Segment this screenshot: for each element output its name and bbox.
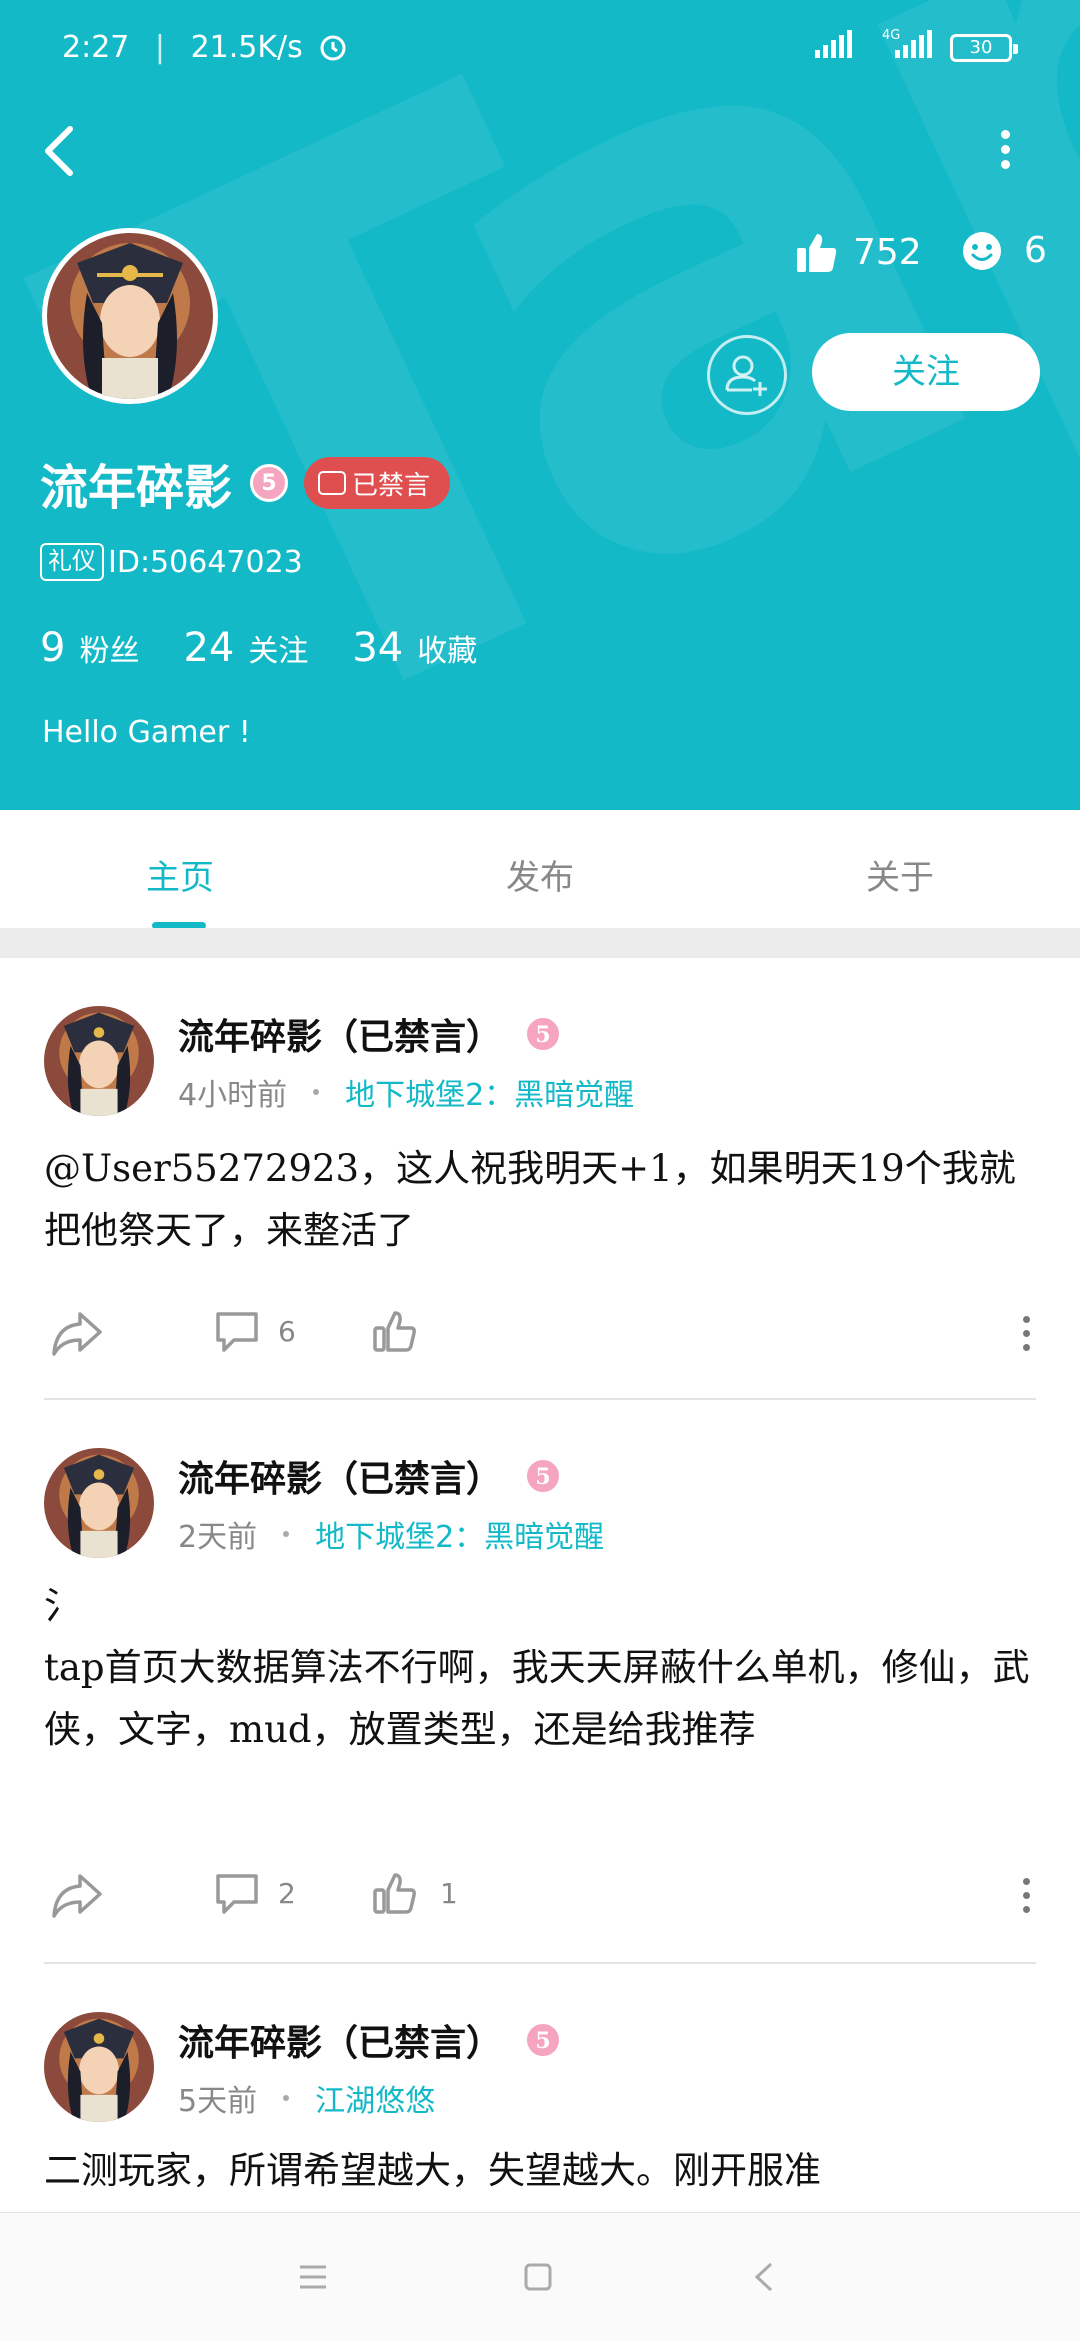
tab-posts[interactable]: 发布 bbox=[440, 850, 640, 899]
comment-icon bbox=[216, 1312, 258, 1352]
level-badge: 5 bbox=[524, 2021, 563, 2059]
level-badge: 5 bbox=[524, 1015, 563, 1053]
post-meta: 4小时前 地下城堡2：黑暗觉醒 bbox=[178, 1070, 634, 1114]
reactions-count: 6 bbox=[1024, 230, 1047, 271]
alarm-icon bbox=[320, 35, 346, 61]
post-actions: 2 1 bbox=[0, 1870, 1080, 1950]
profile-header: TapTap 2:27 | 21.5K/s 4G 30 bbox=[0, 0, 1080, 810]
level-badge: 5 bbox=[524, 1457, 563, 1495]
post-card[interactable]: 流年碎影（已禁言） 5 2天前 地下城堡2：黑暗觉醒 氵 tap首页大数据算法不… bbox=[0, 1400, 1080, 1962]
more-vertical-icon bbox=[990, 130, 1020, 169]
home-square-icon[interactable] bbox=[523, 2262, 553, 2292]
thumbs-up-icon bbox=[797, 234, 837, 272]
comment-icon bbox=[216, 1874, 258, 1914]
profile-tabs: 主页 发布 关于 bbox=[0, 810, 1080, 928]
profile-avatar[interactable] bbox=[42, 228, 218, 404]
share-button[interactable] bbox=[50, 1870, 104, 1920]
share-icon bbox=[52, 1312, 102, 1356]
level-badge: 5 bbox=[250, 464, 289, 502]
system-nav-bar bbox=[0, 2212, 1080, 2341]
following-label[interactable]: 关注 bbox=[248, 626, 308, 670]
comment-count: 2 bbox=[278, 1876, 296, 1910]
user-id-row: 礼仪 ID:50647023 bbox=[40, 543, 303, 581]
back-button[interactable] bbox=[40, 125, 90, 180]
signal-icon bbox=[815, 30, 855, 58]
avatar-illustration bbox=[44, 1448, 154, 1558]
share-button[interactable] bbox=[50, 1308, 104, 1358]
chevron-left-icon bbox=[45, 126, 73, 176]
following-count[interactable]: 24 bbox=[183, 625, 234, 671]
section-divider bbox=[0, 928, 1080, 958]
user-stats: 9 粉丝 24 关注 34 收藏 bbox=[40, 625, 521, 671]
favorites-count[interactable]: 34 bbox=[352, 625, 403, 671]
status-time: 2:27 | 21.5K/s bbox=[62, 30, 348, 65]
post-more-button[interactable] bbox=[1020, 1316, 1032, 1358]
post-author[interactable]: 流年碎影（已禁言） 5 bbox=[178, 1450, 563, 1502]
banned-badge: 已禁言 bbox=[304, 457, 451, 509]
back-triangle-icon[interactable] bbox=[752, 2261, 776, 2293]
signal-icon-2 bbox=[895, 30, 935, 58]
thumbs-up-icon bbox=[373, 1311, 416, 1352]
likes-count: 752 bbox=[853, 231, 922, 273]
post-game-link[interactable]: 地下城堡2：黑暗觉醒 bbox=[315, 1512, 604, 1556]
avatar-illustration bbox=[47, 233, 213, 399]
like-button[interactable]: 1 bbox=[372, 1870, 458, 1916]
post-avatar[interactable] bbox=[44, 1006, 154, 1116]
tab-about[interactable]: 关于 bbox=[800, 850, 1000, 899]
post-meta: 5天前 江湖悠悠 bbox=[178, 2076, 435, 2120]
favorites-label[interactable]: 收藏 bbox=[417, 626, 477, 670]
fans-count[interactable]: 9 bbox=[40, 625, 65, 671]
likes-stat: 752 bbox=[795, 230, 922, 274]
user-id: ID:50647023 bbox=[108, 544, 303, 580]
share-icon bbox=[52, 1874, 102, 1918]
battery-icon: 30 bbox=[950, 34, 1018, 62]
more-vertical-icon bbox=[1020, 1316, 1032, 1351]
post-card[interactable]: 流年碎影（已禁言） 5 5天前 江湖悠悠 二测玩家，所谓希望越大，失望越大。刚开… bbox=[0, 1964, 1080, 2212]
status-net-speed: 21.5K/s bbox=[190, 30, 303, 65]
reactions-stat: 6 bbox=[962, 230, 1047, 271]
comment-count: 6 bbox=[278, 1314, 296, 1348]
post-content-line1[interactable]: 氵 bbox=[44, 1575, 1044, 1637]
post-card[interactable]: 流年碎影（已禁言） 5 4小时前 地下城堡2：黑暗觉醒 @User5527292… bbox=[0, 958, 1080, 1398]
thumbs-up-icon bbox=[373, 1873, 416, 1914]
post-time: 4小时前 bbox=[178, 1078, 288, 1113]
post-author[interactable]: 流年碎影（已禁言） 5 bbox=[178, 2014, 563, 2066]
post-game-link[interactable]: 江湖悠悠 bbox=[315, 2076, 435, 2120]
follow-button[interactable]: 关注 bbox=[812, 333, 1040, 411]
user-bio: Hello Gamer ! bbox=[42, 715, 251, 750]
post-actions: 6 bbox=[0, 1308, 1080, 1388]
avatar-illustration bbox=[44, 2012, 154, 2122]
status-bar: 2:27 | 21.5K/s 4G 30 bbox=[0, 0, 1080, 100]
menu-icon[interactable] bbox=[298, 2264, 328, 2290]
post-content[interactable]: 二测玩家，所谓希望越大，失望越大。刚开服准 bbox=[44, 2140, 1044, 2202]
comment-button[interactable]: 2 bbox=[214, 1870, 296, 1916]
post-meta: 2天前 地下城堡2：黑暗觉醒 bbox=[178, 1512, 604, 1556]
username: 流年碎影 bbox=[40, 460, 233, 516]
tab-home[interactable]: 主页 bbox=[80, 850, 280, 899]
etiquette-tag: 礼仪 bbox=[40, 543, 104, 581]
post-content[interactable]: @User55272923，这人祝我明天+1，如果明天19个我就把他祭天了，来整… bbox=[44, 1138, 1044, 1262]
add-friend-button[interactable] bbox=[707, 335, 787, 415]
comment-button[interactable]: 6 bbox=[214, 1308, 296, 1354]
post-more-button[interactable] bbox=[1020, 1878, 1032, 1920]
post-avatar[interactable] bbox=[44, 1448, 154, 1558]
post-game-link[interactable]: 地下城堡2：黑暗觉醒 bbox=[345, 1070, 634, 1114]
more-vertical-icon bbox=[1020, 1878, 1032, 1913]
add-user-icon bbox=[725, 355, 767, 396]
post-content[interactable]: tap首页大数据算法不行啊，我天天屏蔽什么单机，修仙，武侠，文字，mud，放置类… bbox=[44, 1637, 1044, 1761]
avatar-illustration bbox=[44, 1006, 154, 1116]
username-row: 流年碎影 5 已禁言 bbox=[40, 448, 451, 518]
like-button[interactable] bbox=[372, 1308, 434, 1354]
like-count: 1 bbox=[440, 1876, 458, 1910]
fans-label[interactable]: 粉丝 bbox=[79, 626, 139, 670]
post-author[interactable]: 流年碎影（已禁言） 5 bbox=[178, 1008, 563, 1060]
post-avatar[interactable] bbox=[44, 2012, 154, 2122]
mute-icon bbox=[318, 471, 347, 495]
more-options-button[interactable] bbox=[990, 125, 1020, 175]
smiley-icon bbox=[963, 231, 1001, 270]
post-time: 2天前 bbox=[178, 1520, 258, 1555]
post-time: 5天前 bbox=[178, 2084, 258, 2119]
